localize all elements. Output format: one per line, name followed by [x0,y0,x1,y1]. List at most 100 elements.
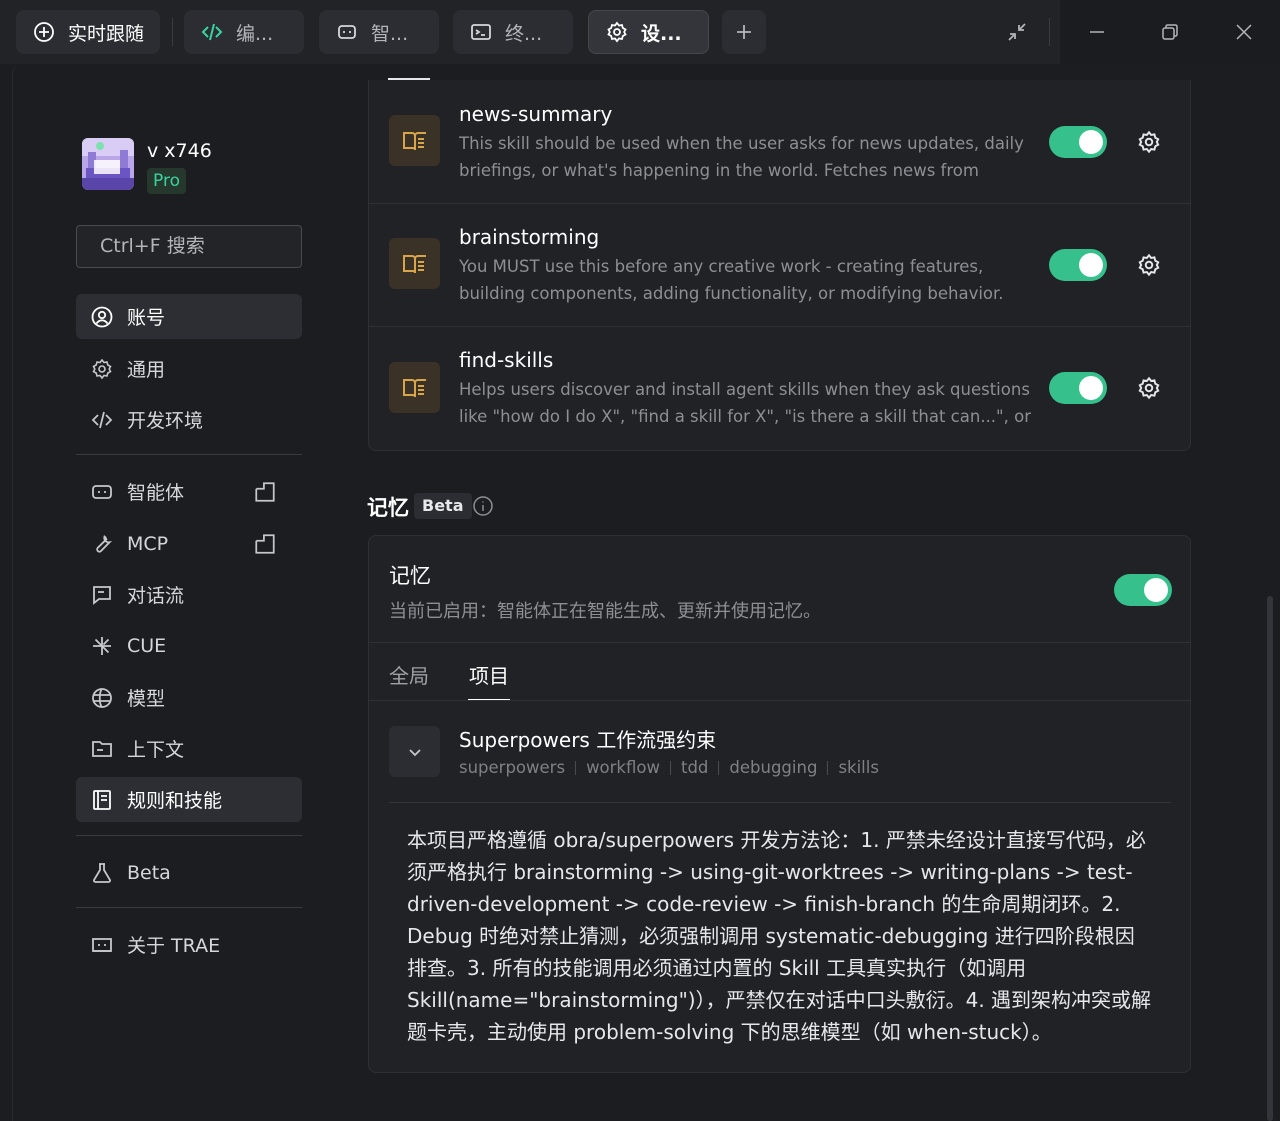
gear-icon[interactable] [1136,129,1162,155]
terminal-icon [471,24,491,40]
window-divider [1049,18,1050,46]
close-button[interactable] [1222,10,1266,54]
close-icon [1236,24,1252,40]
code-icon [91,411,113,428]
memory-toggle[interactable] [1114,574,1172,606]
chevron-down-icon [408,748,421,756]
memory-status: 当前已启用：智能体正在智能生成、更新并使用记忆。 [389,601,821,622]
tab-terminal[interactable]: 终... [453,10,573,54]
sidebar-item-label: 规则和技能 [127,790,223,812]
rule-tags: superpowers workflow tdd debugging skill… [459,758,879,777]
wrench-icon [96,534,113,552]
sidebar-item-label: Beta [127,861,171,884]
gear-icon[interactable] [1136,252,1162,278]
skill-toggle[interactable] [1049,249,1107,281]
skill-description: Helps users discover and install agent s… [459,380,1031,426]
agent-icon [338,25,356,39]
chat-icon [93,585,111,605]
sidebar-item-label: 账号 [127,307,166,329]
collapse-button[interactable] [389,726,440,777]
sidebar-item-rules-skills[interactable]: 规则和技能 [76,777,302,822]
tab-global[interactable]: 全局 [389,660,429,689]
scrollbar[interactable] [1267,596,1273,1121]
external-window-icon [255,482,275,502]
tag: tdd [680,758,709,777]
gear-icon [607,21,627,43]
trae-logo-icon [92,937,112,952]
list-item: find-skills Helps users discover and ins… [369,326,1190,449]
sidebar-item-dev-env[interactable]: 开发环境 [76,397,302,442]
skill-book-icon [389,238,440,289]
tag: debugging [729,758,818,777]
flask-icon [93,862,111,883]
tab-divider [172,18,173,46]
sidebar-item-beta[interactable]: Beta [76,850,302,895]
sidebar-item-cue[interactable]: CUE [76,623,302,668]
tab-agent[interactable]: 智... [319,10,439,54]
tab-label: 设... [641,22,682,45]
sidebar-item-label: 对话流 [127,585,185,607]
sidebar-item-agents[interactable]: 智能体 [76,469,302,514]
tab-label: 智... [371,22,409,45]
new-tab-button[interactable] [722,10,766,54]
sidebar-divider [76,907,302,908]
tag: workflow [586,758,660,777]
folder-icon [92,740,112,757]
memory-title: 记忆 [389,564,431,588]
username: v x746 [147,140,212,162]
skill-toggle[interactable] [1049,126,1107,158]
sidebar-item-context[interactable]: 上下文 [76,726,302,771]
model-icon [92,687,112,708]
skill-book-icon [389,362,440,413]
skill-name: news-summary [459,102,613,126]
tag-divider [669,760,671,775]
sidebar-item-chat-flow[interactable]: 对话流 [76,572,302,617]
sidebar-item-label: 关于 TRAE [127,935,221,957]
window-controls [1060,0,1280,64]
tab-editor[interactable]: 编... [184,10,304,54]
skill-name: brainstorming [459,225,600,249]
avatar[interactable] [82,138,134,190]
sidebar-item-label: 智能体 [127,482,185,504]
skill-toggle[interactable] [1049,372,1107,404]
minimize-icon [1090,31,1104,33]
collapse-view-button[interactable] [995,10,1039,54]
tab-label: 终... [505,22,543,45]
sidebar-item-mcp[interactable]: MCP [76,521,302,566]
search-input[interactable]: Ctrl+F 搜索 [76,225,302,268]
sidebar-item-label: MCP [127,532,169,555]
plus-icon [737,25,751,39]
sidebar-item-label: 模型 [127,688,166,710]
gear-icon[interactable] [1136,375,1162,401]
sidebar-item-label: CUE [127,634,167,657]
restore-button[interactable] [1148,10,1192,54]
plan-badge: Pro [147,168,186,194]
sidebar-item-label: 开发环境 [127,410,204,432]
sidebar-item-account[interactable]: 账号 [76,294,302,339]
sparkle-icon [93,636,111,655]
list-item: brainstorming You MUST use this before a… [369,203,1190,326]
code-icon [201,23,223,41]
tab-live-follow[interactable]: 实时跟随 [16,10,160,54]
info-icon[interactable] [472,495,494,517]
tab-label: 编... [236,22,274,45]
sidebar-item-label: 上下文 [127,739,185,761]
tab-label: 实时跟随 [68,22,145,45]
skill-book-icon [389,115,440,166]
tag: skills [838,758,879,777]
book-icon [93,789,111,810]
section-title: 记忆 [367,496,409,520]
sidebar-item-label: 通用 [127,359,166,381]
tag-divider [827,760,829,775]
tab-project[interactable]: 项目 [469,660,509,689]
plus-circle-icon [34,22,54,42]
tab-settings[interactable]: 设... [588,10,709,54]
skill-name: find-skills [459,348,554,372]
sidebar-item-about[interactable]: 关于 TRAE [76,922,302,967]
list-item: news-summary This skill should be used w… [369,80,1190,203]
minimize-button[interactable] [1075,10,1119,54]
sidebar-item-models[interactable]: 模型 [76,675,302,720]
row-divider [369,700,1190,701]
sidebar-item-general[interactable]: 通用 [76,346,302,391]
beta-badge: Beta [414,493,472,519]
